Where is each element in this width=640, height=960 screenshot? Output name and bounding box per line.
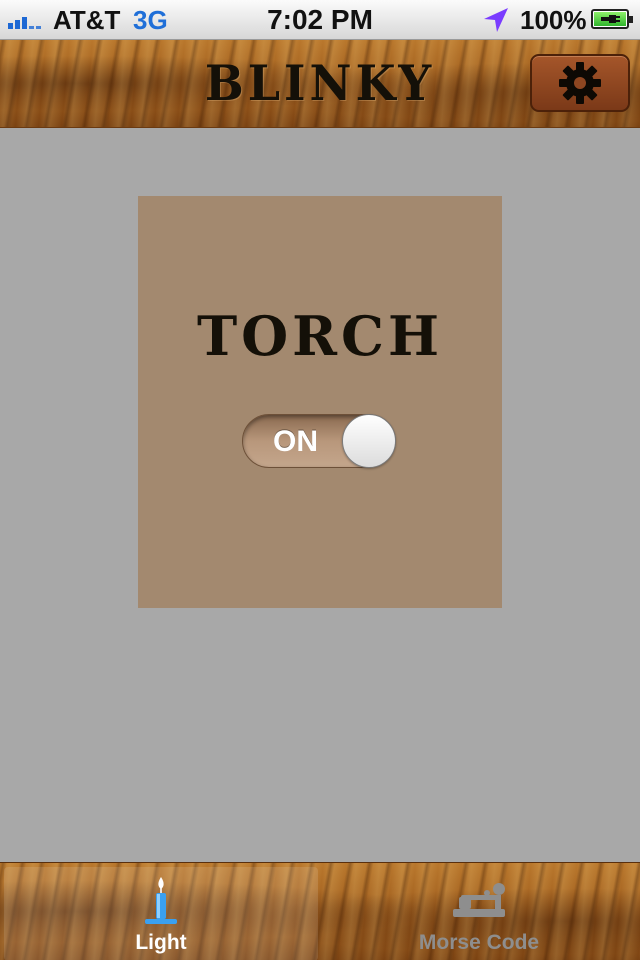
tab-light-label: Light [135, 931, 187, 954]
gear-icon [559, 62, 601, 104]
status-bar: AT&T 3G 7:02 PM 100% [0, 0, 640, 40]
candle-icon [145, 877, 177, 924]
main-content: TORCH ON [0, 128, 640, 862]
torch-panel: TORCH ON [138, 196, 502, 608]
torch-title: TORCH [196, 304, 444, 368]
navigation-bar: BLINKY [0, 40, 640, 128]
telegraph-key-icon [453, 883, 505, 917]
tab-bar: Light Morse Code [0, 862, 640, 960]
tab-morse-code[interactable]: Morse Code [322, 867, 636, 960]
tab-light[interactable]: Light [4, 867, 318, 960]
toggle-state-label: ON [273, 425, 318, 458]
location-arrow-icon [484, 8, 508, 32]
toggle-knob[interactable] [342, 414, 396, 468]
settings-button[interactable] [530, 54, 630, 112]
torch-toggle-switch[interactable]: ON [242, 414, 396, 468]
battery-percent-label: 100% [520, 5, 587, 35]
tab-morse-code-label: Morse Code [418, 931, 540, 954]
battery-charging-icon [591, 9, 633, 29]
